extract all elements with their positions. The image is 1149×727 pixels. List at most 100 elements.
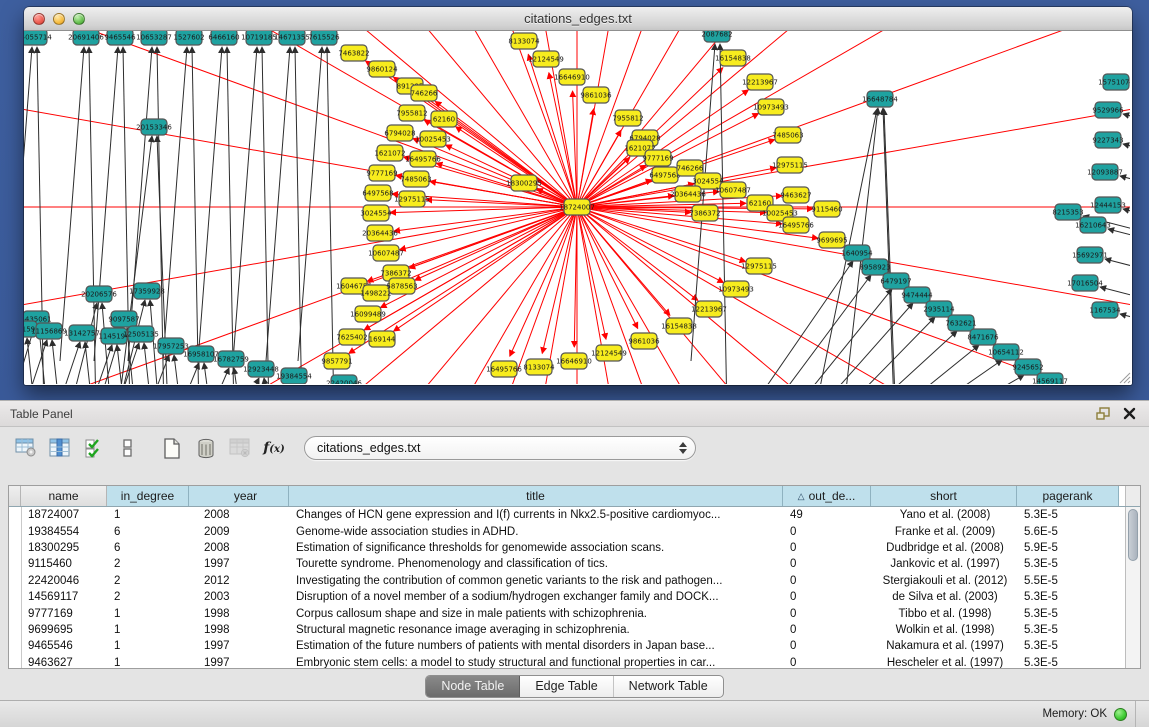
checkbox-stack-icon[interactable] [114, 434, 142, 462]
graph-node-label: 18300295 [506, 180, 542, 188]
cell-short: de Silva et al. (2003) [872, 591, 1018, 603]
cell-title: Disruption of a novel member of a sodium… [290, 591, 784, 603]
graph-node-label: 15751074 [1098, 79, 1130, 87]
column-header-out_degree[interactable]: △out_de... [783, 486, 871, 506]
graph-node-label: 12093887 [1087, 169, 1123, 177]
delete-column-icon[interactable] [192, 434, 220, 462]
function-builder-icon[interactable]: f(x) [260, 434, 288, 462]
memory-status-label: Memory: OK [1042, 708, 1107, 720]
graph-node-label: 16495766 [778, 222, 814, 230]
tab-node-table[interactable]: Node Table [426, 676, 520, 697]
cell-name: 9463627 [22, 657, 108, 668]
scrollbar-thumb[interactable] [1128, 509, 1138, 561]
graph-node-label: 16154838 [715, 55, 751, 63]
node-table: namein_degreeyeartitle△out_de...shortpag… [8, 485, 1141, 669]
graph-node-label: 12213967 [691, 306, 727, 314]
graph-node-label: 7463822 [338, 50, 369, 58]
table-row[interactable]: 946554611997Estimation of the future num… [9, 638, 1140, 654]
select-all-icon[interactable] [80, 434, 108, 462]
delete-table-icon[interactable] [226, 434, 254, 462]
cell-out_degree: 0 [784, 575, 872, 587]
graph-node-label: 8958923 [859, 264, 890, 272]
column-header-in_degree[interactable]: in_degree [107, 486, 189, 506]
cell-name: 9115460 [22, 558, 108, 570]
graph-node-label: 22420046 [326, 380, 362, 385]
cell-year: 1997 [190, 657, 290, 668]
cell-name: 9699695 [22, 624, 108, 636]
graph-node-label: 6466160 [208, 34, 239, 42]
graph-node-label: 12975115 [394, 196, 430, 204]
graph-node-label: 12975115 [741, 263, 777, 271]
graph-node-label: 13142757 [64, 330, 100, 338]
column-header-short[interactable]: short [871, 486, 1017, 506]
graph-node-label: 12124549 [528, 56, 564, 64]
table-vertical-scrollbar[interactable] [1125, 507, 1140, 668]
graph-node-label: 5878563 [386, 283, 417, 291]
graph-node-label: 7485063 [772, 132, 803, 140]
cell-out_degree: 0 [784, 558, 872, 570]
graph-node-label: 9860124 [366, 66, 398, 74]
graph-node-label: 7485063 [400, 176, 431, 184]
cell-in_degree: 1 [108, 657, 190, 668]
cell-name: 18300295 [22, 542, 108, 554]
cell-year: 2008 [190, 542, 290, 554]
close-panel-icon[interactable] [1119, 405, 1139, 423]
table-mode-icon[interactable] [12, 434, 40, 462]
column-header-name[interactable]: name [21, 486, 107, 506]
graph-node-label: 7955812 [612, 115, 643, 123]
cell-in_degree: 6 [108, 526, 190, 538]
table-row[interactable]: 946362711997Embryonic stem cells: a mode… [9, 655, 1140, 668]
table-panel-titlebar: Table Panel [0, 401, 1149, 427]
graph-node-label: 9529966 [1092, 107, 1124, 115]
graph-node-label: 169144 [369, 336, 396, 344]
graph-node-label: 20364436 [670, 191, 706, 199]
table-row[interactable]: 1872400712008Changes of HCN gene express… [9, 507, 1140, 523]
table-row[interactable]: 977716911998Corpus callosum shape and si… [9, 605, 1140, 621]
graph-node-label: 1498222 [360, 290, 391, 298]
graph-node-label: 7625402 [336, 334, 367, 342]
cell-name: 9465546 [22, 640, 108, 652]
tab-edge-table[interactable]: Edge Table [520, 676, 613, 697]
cell-short: Stergiakouli et al. (2012) [872, 575, 1018, 587]
graph-node-label: 16648784 [862, 96, 898, 104]
column-header-pagerank[interactable]: pagerank [1017, 486, 1119, 506]
graph-node-label: 7615526 [308, 34, 340, 42]
table-row[interactable]: 1456911722003Disruption of a novel membe… [9, 589, 1140, 605]
table-row[interactable]: 2242004622012Investigating the contribut… [9, 573, 1140, 589]
graph-node-label: 9861036 [580, 92, 612, 100]
table-row[interactable]: 911546021997Tourette syndrome. Phenomeno… [9, 556, 1140, 572]
network-canvas[interactable]: 1872400718300295140557142069140694655461… [24, 31, 1132, 385]
create-column-icon[interactable] [158, 434, 186, 462]
graph-node-label: 746266 [411, 90, 438, 98]
float-panel-icon[interactable] [1093, 405, 1113, 423]
cell-name: 22420046 [22, 575, 108, 587]
graph-node-label: 3024554 [360, 210, 392, 218]
cell-pagerank: 5.3E-5 [1018, 509, 1120, 521]
graph-node-label: 20206576 [81, 291, 117, 299]
cell-in_degree: 1 [108, 640, 190, 652]
graph-node-label: 8133074 [508, 38, 540, 46]
graph-node-label: 12444153 [1090, 202, 1126, 210]
cell-pagerank: 5.5E-5 [1018, 575, 1120, 587]
cell-year: 2008 [190, 509, 290, 521]
cell-out_degree: 0 [784, 542, 872, 554]
cell-year: 1998 [190, 624, 290, 636]
graph-node-label: 9777169 [366, 170, 397, 178]
cell-year: 2009 [190, 526, 290, 538]
table-row[interactable]: 1830029562008Estimation of significance … [9, 540, 1140, 556]
graph-node-label: 10719185 [241, 34, 277, 42]
table-selector-dropdown[interactable]: citations_edges.txt [304, 436, 696, 460]
cell-out_degree: 0 [784, 657, 872, 668]
column-header-year[interactable]: year [189, 486, 289, 506]
graph-node-label: 12923448 [243, 366, 279, 374]
table-row[interactable]: 1938455462009Genome-wide association stu… [9, 523, 1140, 539]
column-header-title[interactable]: title [289, 486, 783, 506]
window-titlebar[interactable]: citations_edges.txt [24, 7, 1132, 31]
table-row[interactable]: 969969511998Structural magnetic resonanc… [9, 622, 1140, 638]
show-columns-icon[interactable] [46, 434, 74, 462]
table-tabs: Node TableEdge TableNetwork Table [425, 675, 723, 698]
tab-network-table[interactable]: Network Table [614, 676, 723, 697]
cell-in_degree: 2 [108, 558, 190, 570]
graph-node-label: 9857791 [321, 358, 352, 366]
window-resize-grip[interactable] [1117, 370, 1131, 384]
